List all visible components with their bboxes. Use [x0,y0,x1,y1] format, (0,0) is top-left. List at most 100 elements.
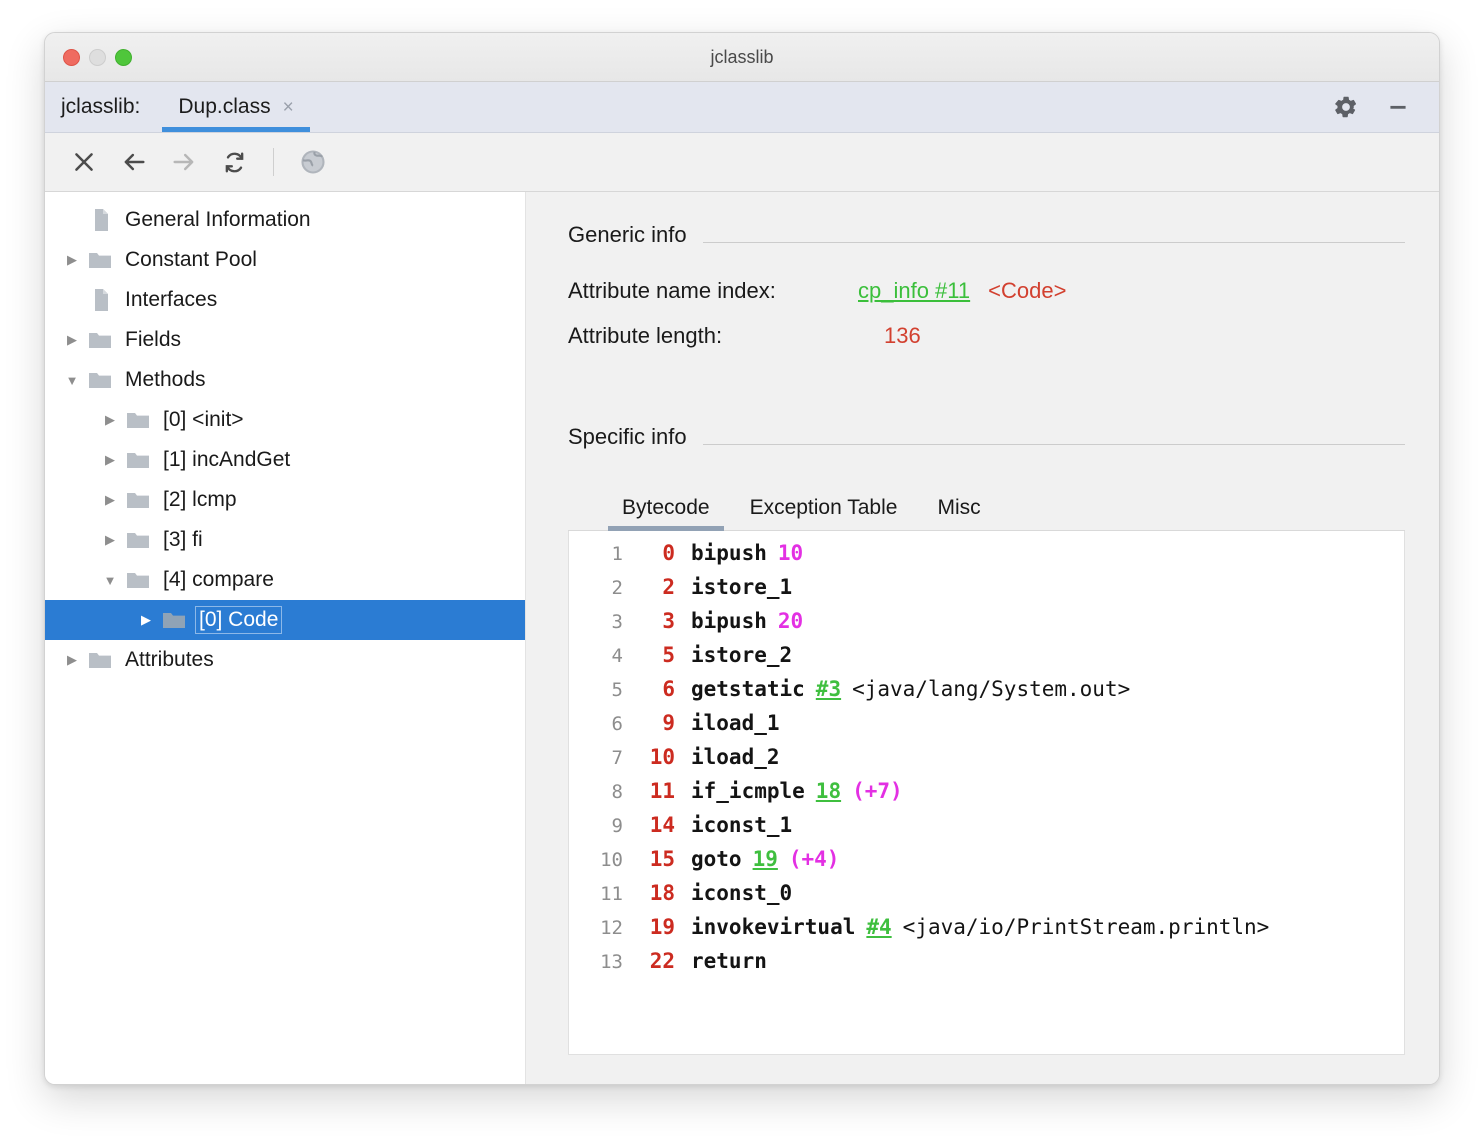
tree-node-method-fi[interactable]: ▶ [3] fi [45,520,525,560]
minimize-icon[interactable] [1385,94,1411,120]
main-split: ▶ General Information ▶ Constant Pool [45,192,1439,1085]
chevron-right-icon[interactable]: ▶ [97,492,123,508]
folder-icon [159,610,189,630]
tab-dup-class[interactable]: Dup.class × [162,82,309,132]
bytecode-mnemonic: istore_2 [691,643,792,667]
bytecode-row[interactable]: 11 18 iconst_0 [569,881,1404,915]
bytecode-offset: 19 [639,915,675,939]
chevron-right-icon[interactable]: ▶ [97,452,123,468]
chevron-right-icon[interactable]: ▶ [59,332,85,348]
tree-node-code-attribute[interactable]: ▶ [0] Code [45,600,525,640]
minimize-window-button[interactable] [89,49,106,66]
tree-node-constant-pool[interactable]: ▶ Constant Pool [45,240,525,280]
chevron-right-icon[interactable]: ▶ [133,612,159,628]
branch-offset-delta: (+4) [789,847,840,871]
bytecode-mnemonic: getstatic [691,677,805,701]
attribute-length-value: 136 [884,323,921,349]
tree-node-label: Fields [122,327,184,353]
folder-icon [123,490,153,510]
constant-pool-ref[interactable]: #3 [816,677,841,701]
bytecode-row[interactable]: 3 3 bipush 20 [569,609,1404,643]
attribute-detail-pane: Generic info Attribute name index: cp_in… [526,192,1439,1085]
forward-icon [161,141,207,183]
branch-offset-delta: (+7) [852,779,903,803]
folder-icon [123,530,153,550]
line-number: 5 [581,679,623,701]
bytecode-immediate: 10 [778,541,803,565]
titlebar-tools [1333,82,1439,132]
app-name-label: jclasslib: [45,82,162,132]
tab-label: Bytecode [622,496,710,519]
tab-bytecode[interactable]: Bytecode [602,490,730,530]
tree-node-method-incandget[interactable]: ▶ [1] incAndGet [45,440,525,480]
bytecode-mnemonic: bipush [691,541,767,565]
bytecode-row[interactable]: 8 11 if_icmple 18 (+7) [569,779,1404,813]
gear-icon[interactable] [1333,94,1359,120]
browse-icon [290,141,336,183]
tab-exception-table[interactable]: Exception Table [730,490,918,530]
chevron-down-icon[interactable]: ▼ [97,573,123,588]
branch-target[interactable]: 19 [753,847,778,871]
close-window-button[interactable] [63,49,80,66]
tree-node-method-lcmp[interactable]: ▶ [2] lcmp [45,480,525,520]
reload-icon[interactable] [211,141,257,183]
tree-node-label: General Information [122,207,314,233]
chevron-right-icon[interactable]: ▶ [97,412,123,428]
tree-node-methods[interactable]: ▼ Methods [45,360,525,400]
bytecode-row[interactable]: 10 15 goto 19 (+4) [569,847,1404,881]
bytecode-row[interactable]: 1 0 bipush 10 [569,541,1404,575]
bytecode-offset: 0 [639,541,675,565]
action-toolbar [45,133,1439,192]
folder-icon [85,370,115,390]
tree-node-label: [0] <init> [160,407,247,433]
bytecode-mnemonic: iload_2 [691,745,780,769]
tree-node-method-init[interactable]: ▶ [0] <init> [45,400,525,440]
tree-node-label: [3] fi [160,527,206,553]
desktop-backdrop: jclasslib jclasslib: Dup.class × [0,0,1482,1136]
close-icon[interactable] [61,141,107,183]
line-number: 13 [581,951,623,973]
tab-bar: jclasslib: Dup.class × [45,82,1439,133]
tab-close-icon[interactable]: × [283,98,294,117]
tree-node-general-information[interactable]: ▶ General Information [45,200,525,240]
tree-node-method-compare[interactable]: ▼ [4] compare [45,560,525,600]
bytecode-row[interactable]: 5 6 getstatic #3 <java/lang/System.out> [569,677,1404,711]
tree-node-label: [1] incAndGet [160,447,293,473]
bytecode-row[interactable]: 4 5 istore_2 [569,643,1404,677]
folder-icon [123,570,153,590]
bytecode-offset: 11 [639,779,675,803]
tree-node-label: Attributes [122,647,217,673]
bytecode-row[interactable]: 2 2 istore_1 [569,575,1404,609]
document-icon [85,208,115,232]
tree-node-fields[interactable]: ▶ Fields [45,320,525,360]
chevron-right-icon[interactable]: ▶ [59,652,85,668]
bytecode-row[interactable]: 7 10 iload_2 [569,745,1404,779]
class-structure-tree[interactable]: ▶ General Information ▶ Constant Pool [45,192,526,1085]
line-number: 9 [581,815,623,837]
chevron-down-icon[interactable]: ▼ [59,373,85,388]
bytecode-row[interactable]: 6 9 iload_1 [569,711,1404,745]
bytecode-mnemonic: iload_1 [691,711,780,735]
zoom-window-button[interactable] [115,49,132,66]
tree-node-attributes[interactable]: ▶ Attributes [45,640,525,680]
cp-info-link[interactable]: cp_info #11 [858,278,970,304]
tab-misc[interactable]: Misc [917,490,1000,530]
section-divider [703,444,1405,445]
folder-icon [85,250,115,270]
bytecode-row[interactable]: 13 22 return [569,949,1404,983]
bytecode-listing[interactable]: 1 0 bipush 10 2 2 istore_1 3 3 bi [568,531,1405,1055]
bytecode-offset: 3 [639,609,675,633]
bytecode-offset: 10 [639,745,675,769]
tab-label: Misc [937,496,980,519]
bytecode-row[interactable]: 12 19 invokevirtual #4 <java/io/PrintStr… [569,915,1404,949]
chevron-right-icon[interactable]: ▶ [59,252,85,268]
constant-pool-ref[interactable]: #4 [866,915,891,939]
bytecode-offset: 14 [639,813,675,837]
line-number: 1 [581,543,623,565]
bytecode-row[interactable]: 9 14 iconst_1 [569,813,1404,847]
jclasslib-window: jclasslib jclasslib: Dup.class × [44,32,1440,1085]
chevron-right-icon[interactable]: ▶ [97,532,123,548]
branch-target[interactable]: 18 [816,779,841,803]
tree-node-interfaces[interactable]: ▶ Interfaces [45,280,525,320]
back-icon[interactable] [111,141,157,183]
